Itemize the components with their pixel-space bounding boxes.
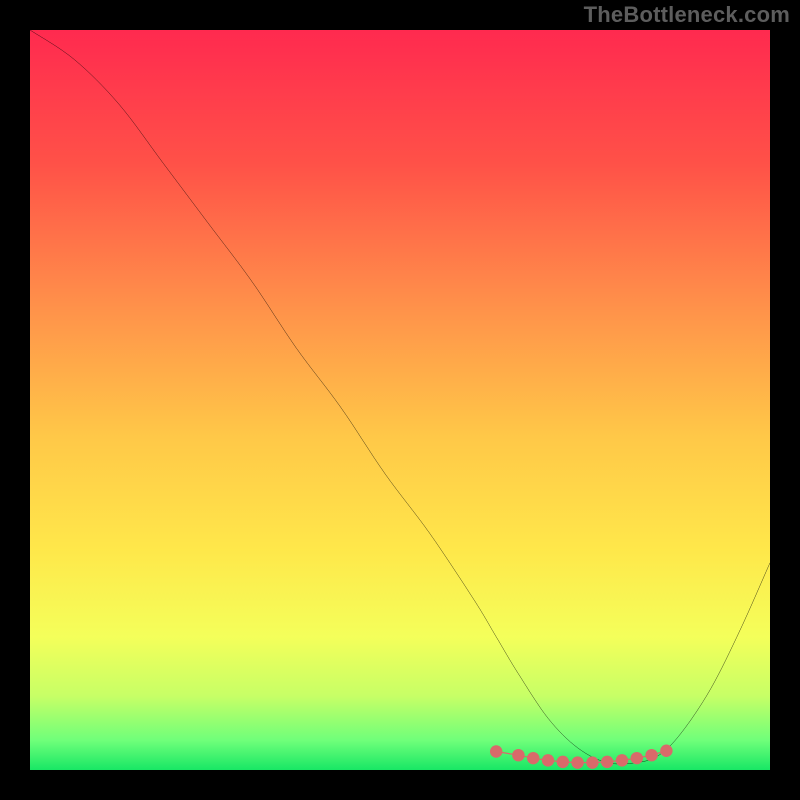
chart-frame: TheBottleneck.com [0,0,800,800]
plot-area [30,30,770,770]
curve-overlay [30,30,770,770]
main-curve [30,30,770,764]
watermark-label: TheBottleneck.com [584,2,790,28]
